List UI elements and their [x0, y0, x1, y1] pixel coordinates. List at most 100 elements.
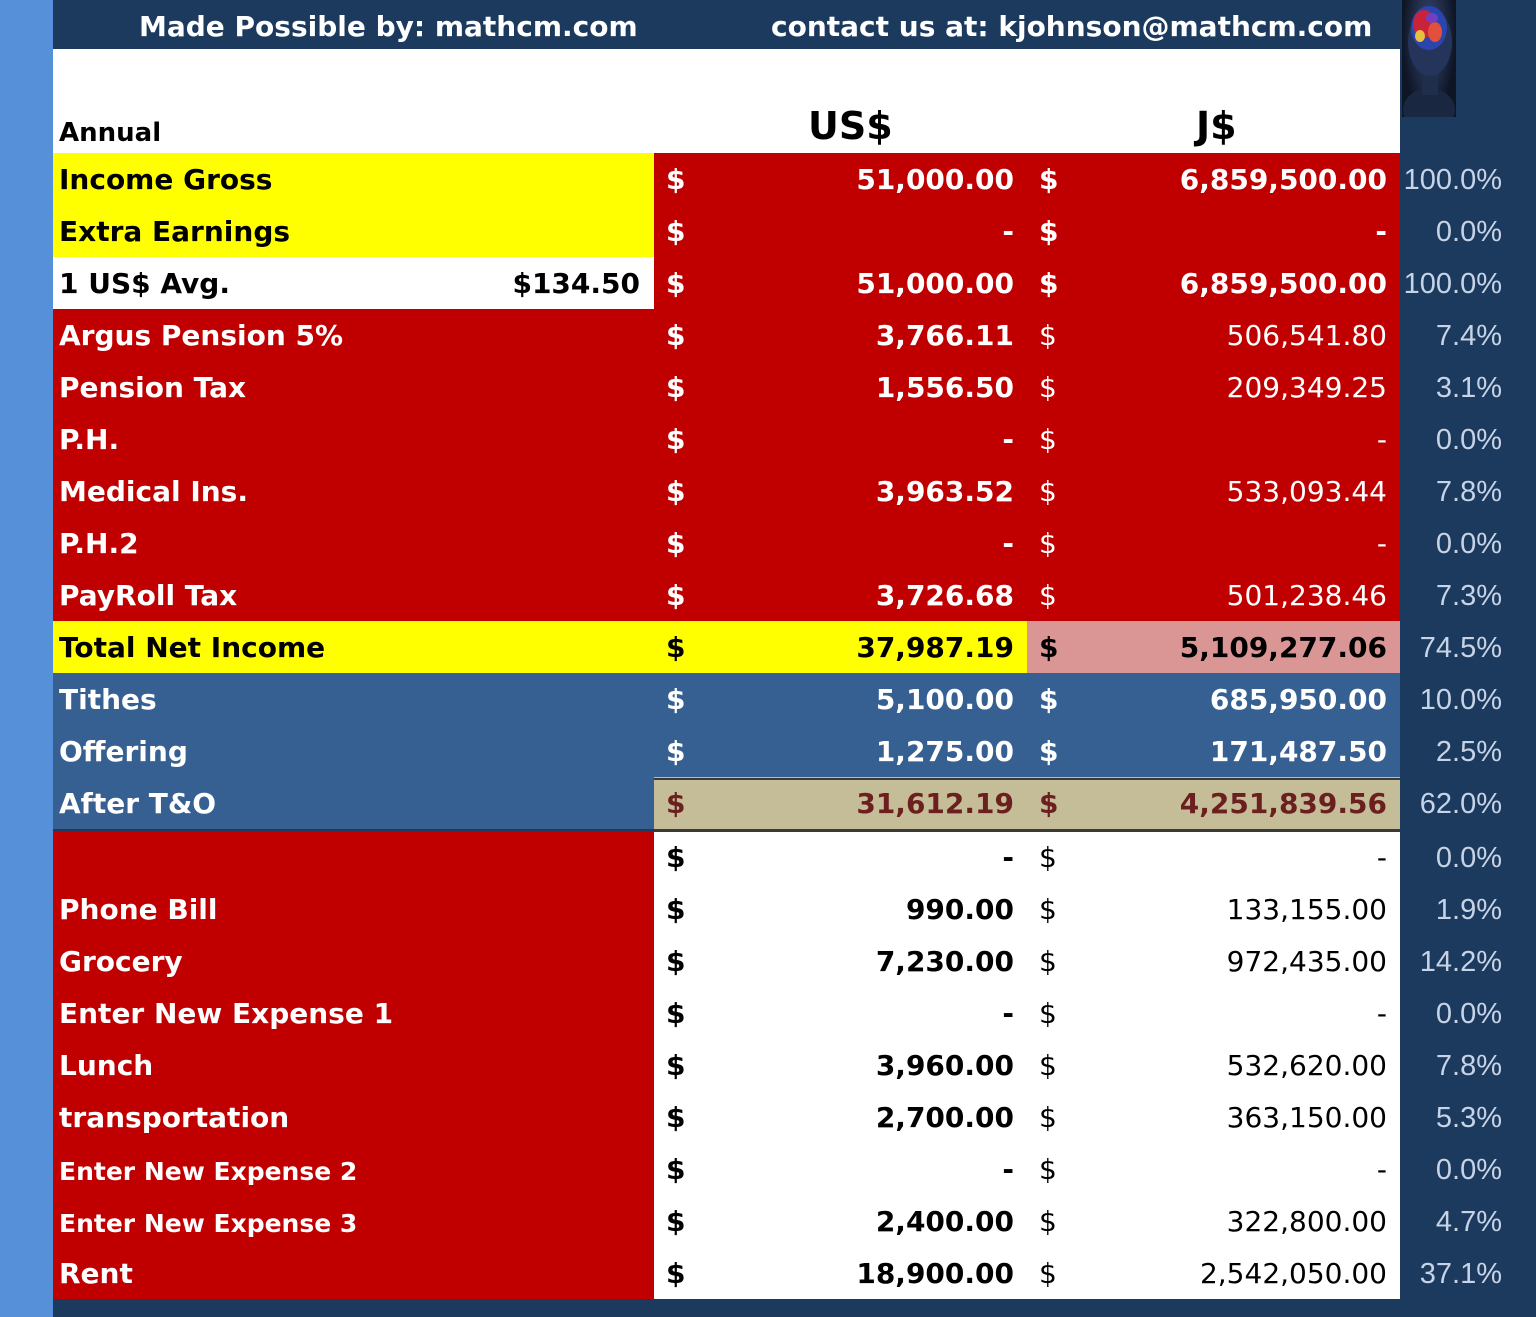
percent-cell[interactable]: 1.9%	[1400, 883, 1536, 935]
percent-cell[interactable]: 4.7%	[1400, 1195, 1536, 1247]
us-amount-cell[interactable]: $2,700.00	[654, 1091, 1027, 1143]
j-amount-cell[interactable]: $ -	[1027, 1143, 1400, 1195]
row-label-cell[interactable]: Grocery	[53, 935, 654, 987]
percent-cell[interactable]: 37.1%	[1400, 1247, 1536, 1299]
row-label-cell[interactable]: Total Net Income	[53, 621, 654, 673]
row-label-cell[interactable]: Income Gross	[53, 153, 654, 205]
us-amount-cell[interactable]: $1,556.50	[654, 361, 1027, 413]
row-label-cell[interactable]: Enter New Expense 3	[53, 1195, 654, 1247]
row-label-cell[interactable]: Phone Bill	[53, 883, 654, 935]
percent-cell[interactable]: 5.3%	[1400, 1091, 1536, 1143]
table-row: Medical Ins. $3,963.52 $533,093.44 7.8%	[0, 465, 1536, 517]
j-amount-cell[interactable]: $6,859,500.00	[1027, 257, 1400, 309]
row-label-cell[interactable]: P.H.2	[53, 517, 654, 569]
us-amount-cell[interactable]: $51,000.00	[654, 153, 1027, 205]
us-amount-cell[interactable]: $ -	[654, 413, 1027, 465]
j-amount-cell[interactable]: $ -	[1027, 517, 1400, 569]
us-amount-cell[interactable]: $3,960.00	[654, 1039, 1027, 1091]
j-amount-cell[interactable]: $4,251,839.56	[1027, 777, 1400, 829]
percent-cell[interactable]: 3.1%	[1400, 361, 1536, 413]
percent-value: 74.5%	[1419, 632, 1502, 664]
row-label-cell[interactable]: Lunch	[53, 1039, 654, 1091]
row-label-cell[interactable]: P.H.	[53, 413, 654, 465]
percent-cell[interactable]: 0.0%	[1400, 413, 1536, 465]
percent-cell[interactable]: 10.0%	[1400, 673, 1536, 725]
jamaican-dollar-column-header: J$	[1196, 104, 1237, 148]
percent-cell[interactable]: 100.0%	[1400, 257, 1536, 309]
us-amount-cell[interactable]: $3,963.52	[654, 465, 1027, 517]
row-label-cell[interactable]: transportation	[53, 1091, 654, 1143]
j-currency-symbol: $	[1039, 371, 1057, 404]
row-label-cell[interactable]: Tithes	[53, 673, 654, 725]
row-label-cell[interactable]: PayRoll Tax	[53, 569, 654, 621]
us-amount-cell[interactable]: $5,100.00	[654, 673, 1027, 725]
row-label-cell[interactable]: Pension Tax	[53, 361, 654, 413]
row-label-cell[interactable]: Argus Pension 5%	[53, 309, 654, 361]
row-label-cell[interactable]: Rent	[53, 1247, 654, 1299]
us-amount-cell[interactable]: $990.00	[654, 883, 1027, 935]
row-label-cell[interactable]: Enter New Expense 2	[53, 1143, 654, 1195]
us-amount-cell[interactable]: $7,230.00	[654, 935, 1027, 987]
us-amount-cell[interactable]: $18,900.00	[654, 1247, 1027, 1299]
row-label-cell[interactable]: Offering	[53, 725, 654, 777]
j-amount-cell[interactable]: $363,150.00	[1027, 1091, 1400, 1143]
j-amount-cell[interactable]: $ -	[1027, 987, 1400, 1039]
j-amount-cell[interactable]: $685,950.00	[1027, 673, 1400, 725]
j-currency-symbol: $	[1039, 1153, 1057, 1186]
j-amount-cell[interactable]: $171,487.50	[1027, 725, 1400, 777]
percent-cell[interactable]: 2.5%	[1400, 725, 1536, 777]
us-amount-cell[interactable]: $ -	[654, 517, 1027, 569]
j-amount-cell[interactable]: $501,238.46	[1027, 569, 1400, 621]
j-amount-cell[interactable]: $972,435.00	[1027, 935, 1400, 987]
j-amount-cell[interactable]: $6,859,500.00	[1027, 153, 1400, 205]
us-amount-cell[interactable]: $ -	[654, 831, 1027, 883]
us-amount-cell[interactable]: $1,275.00	[654, 725, 1027, 777]
j-amount-cell[interactable]: $533,093.44	[1027, 465, 1400, 517]
j-amount-cell[interactable]: $506,541.80	[1027, 309, 1400, 361]
us-amount-cell[interactable]: $51,000.00	[654, 257, 1027, 309]
us-amount-cell[interactable]: $3,766.11	[654, 309, 1027, 361]
j-amount-cell[interactable]: $532,620.00	[1027, 1039, 1400, 1091]
percent-cell[interactable]: 0.0%	[1400, 831, 1536, 883]
us-amount: 7,230.00	[875, 945, 1014, 978]
j-amount-cell[interactable]: $ -	[1027, 831, 1400, 883]
percent-cell[interactable]: 62.0%	[1400, 777, 1536, 829]
percent-cell[interactable]: 14.2%	[1400, 935, 1536, 987]
j-amount-cell[interactable]: $2,542,050.00	[1027, 1247, 1400, 1299]
percent-cell[interactable]: 7.8%	[1400, 465, 1536, 517]
row-label: 1 US$ Avg.	[59, 267, 230, 300]
row-label-cell[interactable]: Enter New Expense 1	[53, 987, 654, 1039]
percent-cell[interactable]: 7.4%	[1400, 309, 1536, 361]
us-amount-cell[interactable]: $ -	[654, 205, 1027, 257]
percent-cell[interactable]: 100.0%	[1400, 153, 1536, 205]
row-label-cell[interactable]	[53, 831, 654, 883]
row-label-cell[interactable]: Medical Ins.	[53, 465, 654, 517]
us-amount-cell[interactable]: $ -	[654, 1143, 1027, 1195]
percent-cell[interactable]: 74.5%	[1400, 621, 1536, 673]
us-amount-cell[interactable]: $3,726.68	[654, 569, 1027, 621]
period-label: Annual	[59, 118, 162, 148]
j-amount-cell[interactable]: $133,155.00	[1027, 883, 1400, 935]
percent-cell[interactable]: 0.0%	[1400, 987, 1536, 1039]
row-label-cell[interactable]: 1 US$ Avg. $134.50	[53, 257, 654, 309]
j-amount-cell[interactable]: $ -	[1027, 205, 1400, 257]
j-amount-cell[interactable]: $209,349.25	[1027, 361, 1400, 413]
us-amount-cell[interactable]: $2,400.00	[654, 1195, 1027, 1247]
us-amount-cell[interactable]: $37,987.19	[654, 621, 1027, 673]
j-currency-symbol: $	[1039, 1205, 1057, 1238]
j-amount-cell[interactable]: $5,109,277.06	[1027, 621, 1400, 673]
percent-value: 62.0%	[1419, 788, 1502, 820]
j-amount-cell[interactable]: $ -	[1027, 413, 1400, 465]
us-amount-cell[interactable]: $ -	[654, 987, 1027, 1039]
row-label-cell[interactable]: After T&O	[53, 777, 654, 829]
j-amount-cell[interactable]: $322,800.00	[1027, 1195, 1400, 1247]
us-amount-cell[interactable]: $31,612.19	[654, 777, 1027, 829]
percent-cell[interactable]: 0.0%	[1400, 1143, 1536, 1195]
us-amount: 990.00	[905, 893, 1014, 926]
percent-cell[interactable]: 7.3%	[1400, 569, 1536, 621]
percent-cell[interactable]: 0.0%	[1400, 517, 1536, 569]
row-label-cell[interactable]: Extra Earnings	[53, 205, 654, 257]
percent-cell[interactable]: 0.0%	[1400, 205, 1536, 257]
percent-cell[interactable]: 7.8%	[1400, 1039, 1536, 1091]
made-possible-text: Made Possible by: mathcm.com	[139, 10, 638, 43]
